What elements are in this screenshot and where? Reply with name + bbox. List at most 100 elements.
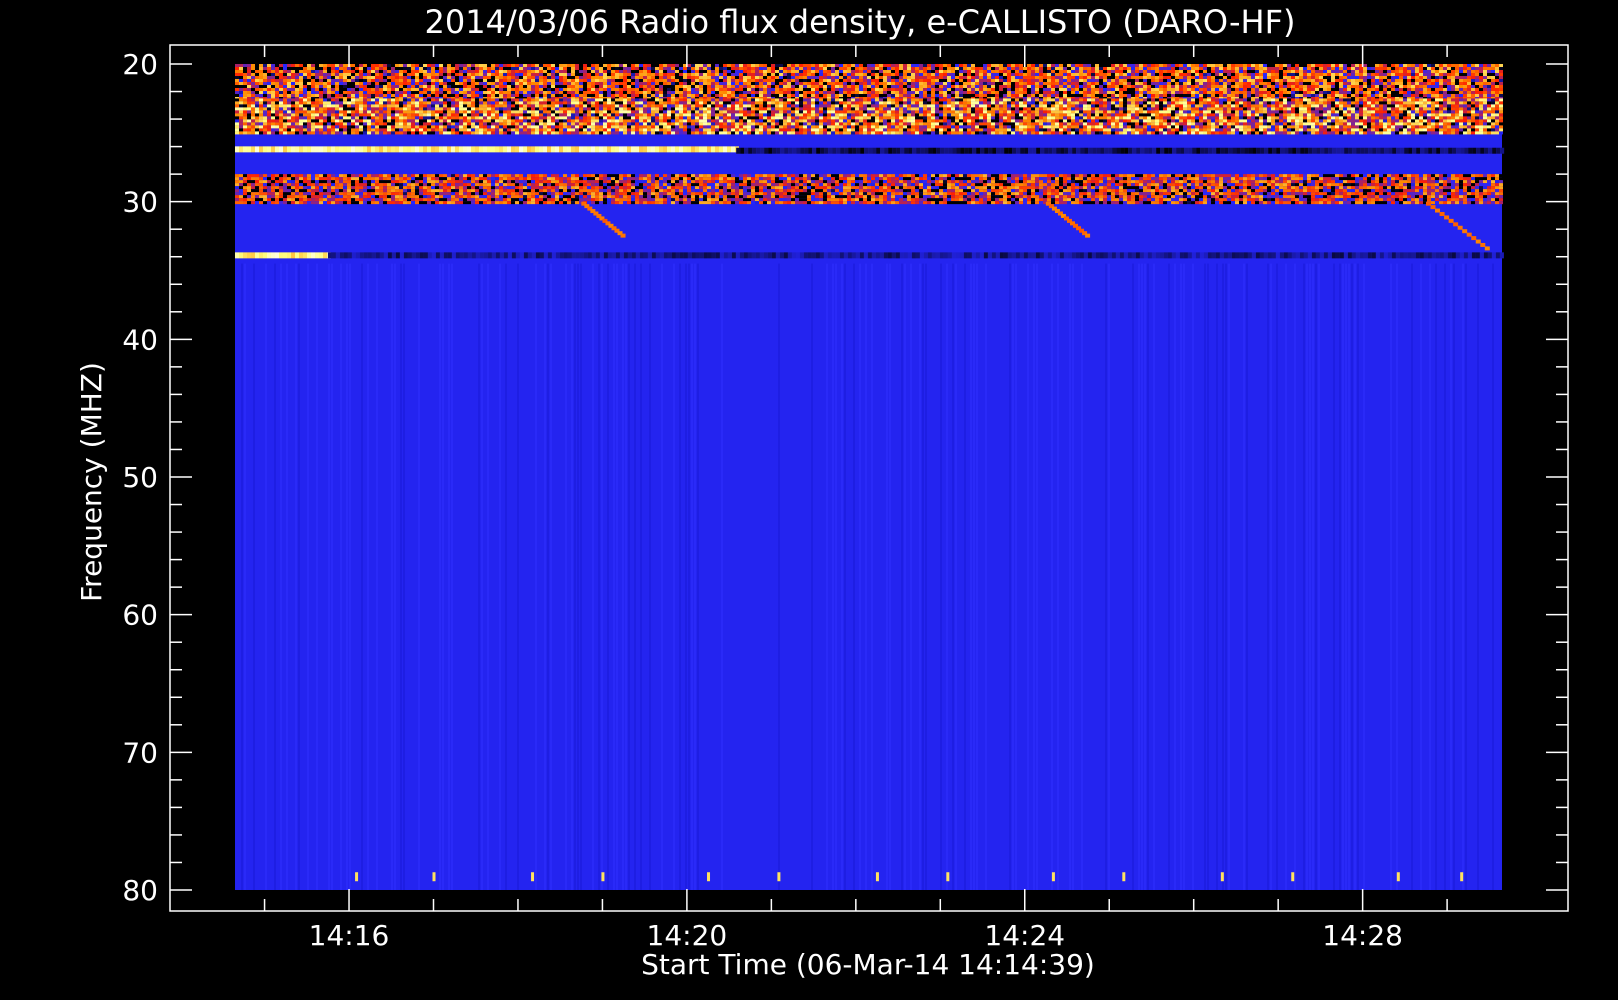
- band-cell: [1123, 88, 1127, 91]
- band-cell: [1215, 85, 1219, 88]
- band-cell: [747, 82, 751, 85]
- band-cell: [263, 82, 267, 85]
- band-cell: [963, 64, 967, 67]
- band-cell: [291, 79, 295, 82]
- band-cell: [595, 85, 599, 88]
- band-cell: [1419, 70, 1423, 73]
- band-cell: [983, 76, 987, 79]
- background-streak: [955, 263, 957, 890]
- band-cell: [1227, 88, 1231, 91]
- band-cell: [407, 116, 411, 120]
- band-cell: [1323, 76, 1327, 79]
- band-cell: [543, 101, 547, 105]
- band-cell: [523, 76, 527, 79]
- band-cell: [1243, 70, 1247, 73]
- band-cell: [451, 113, 455, 117]
- band-cell: [651, 85, 655, 88]
- band-cell: [591, 73, 595, 76]
- band-cell: [531, 79, 535, 82]
- band-cell: [319, 98, 323, 102]
- band-cell: [443, 98, 447, 102]
- band-cell: [247, 82, 251, 85]
- band-cell: [287, 85, 291, 88]
- band-cell: [355, 76, 359, 79]
- band-cell: [343, 67, 347, 70]
- band-cell: [915, 64, 919, 67]
- band-cell: [315, 119, 319, 123]
- band-cell: [1431, 79, 1435, 82]
- band-cell: [415, 116, 419, 120]
- band-cell: [563, 70, 567, 73]
- band-cell: [1051, 85, 1055, 88]
- band-cell: [1459, 70, 1463, 73]
- band-cell: [1131, 85, 1135, 88]
- band-cell: [311, 76, 315, 79]
- band-cell: [487, 76, 491, 79]
- band-cell: [967, 82, 971, 85]
- band-cell: [475, 107, 479, 111]
- band-cell: [979, 76, 983, 79]
- band-cell: [787, 94, 791, 97]
- band-cell: [455, 116, 459, 120]
- band-cell: [647, 94, 651, 97]
- band-cell: [1167, 64, 1171, 67]
- band-cell: [899, 67, 903, 70]
- band-cell: [1463, 70, 1467, 73]
- band-cell: [467, 125, 471, 129]
- band-cell: [759, 85, 763, 88]
- band-cell: [1387, 82, 1391, 85]
- band-cell: [943, 64, 947, 67]
- band-cell: [827, 82, 831, 85]
- band-cell: [543, 79, 547, 82]
- band-cell: [1147, 79, 1151, 82]
- background-streak: [1351, 263, 1353, 890]
- band-cell: [447, 76, 451, 79]
- band-cell: [907, 85, 911, 88]
- band-cell: [331, 94, 335, 97]
- band-cell: [655, 73, 659, 76]
- band-cell: [443, 104, 447, 108]
- band-cell: [679, 82, 683, 85]
- band-cell: [543, 73, 547, 76]
- band-cell: [875, 67, 879, 70]
- band-cell: [367, 70, 371, 73]
- band-cell: [1199, 85, 1203, 88]
- band-cell: [375, 110, 379, 114]
- band-cell: [575, 113, 579, 117]
- band-cell: [443, 76, 447, 79]
- band-cell: [523, 98, 527, 102]
- band-cell: [303, 67, 307, 70]
- band-cell: [311, 110, 315, 114]
- band-cell: [1043, 94, 1047, 97]
- band-cell: [1079, 67, 1083, 70]
- band-cell: [935, 82, 939, 85]
- band-cell: [495, 85, 499, 88]
- band-cell: [279, 131, 283, 135]
- band-cell: [387, 64, 391, 67]
- band-cell: [483, 104, 487, 108]
- band-cell: [547, 91, 551, 94]
- band-cell: [1171, 76, 1175, 79]
- band-cell: [1039, 73, 1043, 76]
- band-cell: [339, 67, 343, 70]
- band-cell: [391, 64, 395, 67]
- band-cell: [543, 107, 547, 111]
- band-cell: [615, 88, 619, 91]
- band-cell: [879, 64, 883, 67]
- band-cell: [727, 91, 731, 94]
- background-streak: [331, 263, 333, 890]
- band-cell: [899, 79, 903, 82]
- band-cell: [407, 67, 411, 70]
- band-cell: [271, 101, 275, 105]
- band-cell: [1339, 76, 1343, 79]
- band-cell: [819, 67, 823, 70]
- band-cell: [931, 67, 935, 70]
- band-cell: [267, 131, 271, 135]
- band-cell: [363, 70, 367, 73]
- band-cell: [1379, 73, 1383, 76]
- band-cell: [275, 98, 279, 102]
- band-cell: [859, 64, 863, 67]
- band-cell: [1043, 91, 1047, 94]
- band-cell: [1019, 67, 1023, 70]
- band-cell: [1327, 85, 1331, 88]
